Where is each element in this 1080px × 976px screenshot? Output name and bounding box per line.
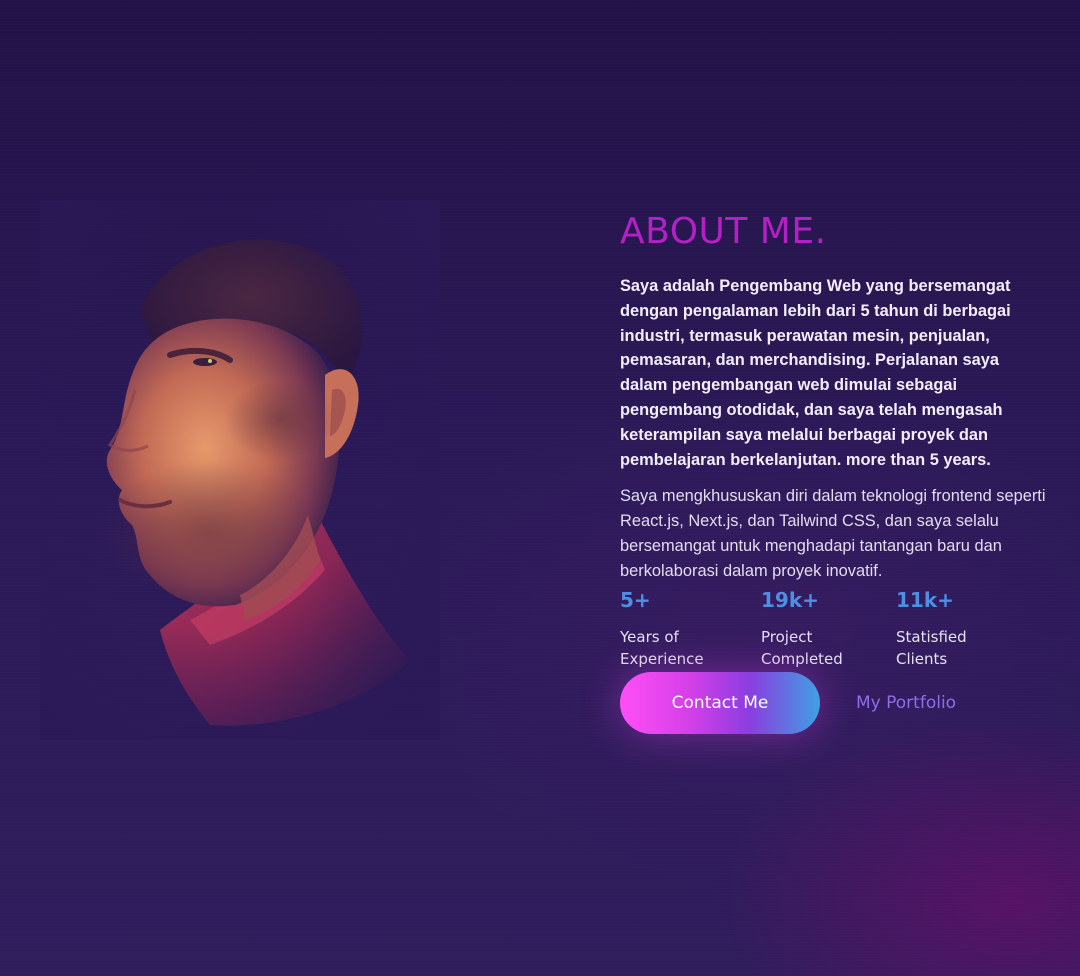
actions-row: Contact Me My Portfolio xyxy=(620,671,1050,736)
contact-me-button[interactable]: Contact Me xyxy=(620,671,820,734)
stat-clients: 11k+ Statisfied Clients xyxy=(896,588,1006,670)
stat-label: Statisfied Clients xyxy=(896,627,967,668)
stat-value: 5+ xyxy=(620,587,651,612)
about-paragraph-primary: Saya adalah Pengembang Web yang berseman… xyxy=(620,277,1011,469)
portrait-image xyxy=(40,200,440,740)
stats-row: 5+ Years of Experience 19k+ Project Comp… xyxy=(620,588,1050,668)
stat-projects: 19k+ Project Completed xyxy=(761,588,871,670)
stat-experience: 5+ Years of Experience xyxy=(620,588,730,670)
about-title: ABOUT ME. xyxy=(620,211,827,252)
portrait-illustration xyxy=(40,200,440,740)
my-portfolio-link[interactable]: My Portfolio xyxy=(856,691,956,715)
about-section: ABOUT ME. Saya adalah Pengembang Web yan… xyxy=(620,210,1050,736)
stat-value: 11k+ xyxy=(896,587,954,612)
about-paragraph-secondary: Saya mengkhususkan diri dalam teknologi … xyxy=(620,487,1046,580)
stat-label: Project Completed xyxy=(761,627,843,668)
stat-label: Years of Experience xyxy=(620,627,704,668)
stat-value: 19k+ xyxy=(761,587,819,612)
